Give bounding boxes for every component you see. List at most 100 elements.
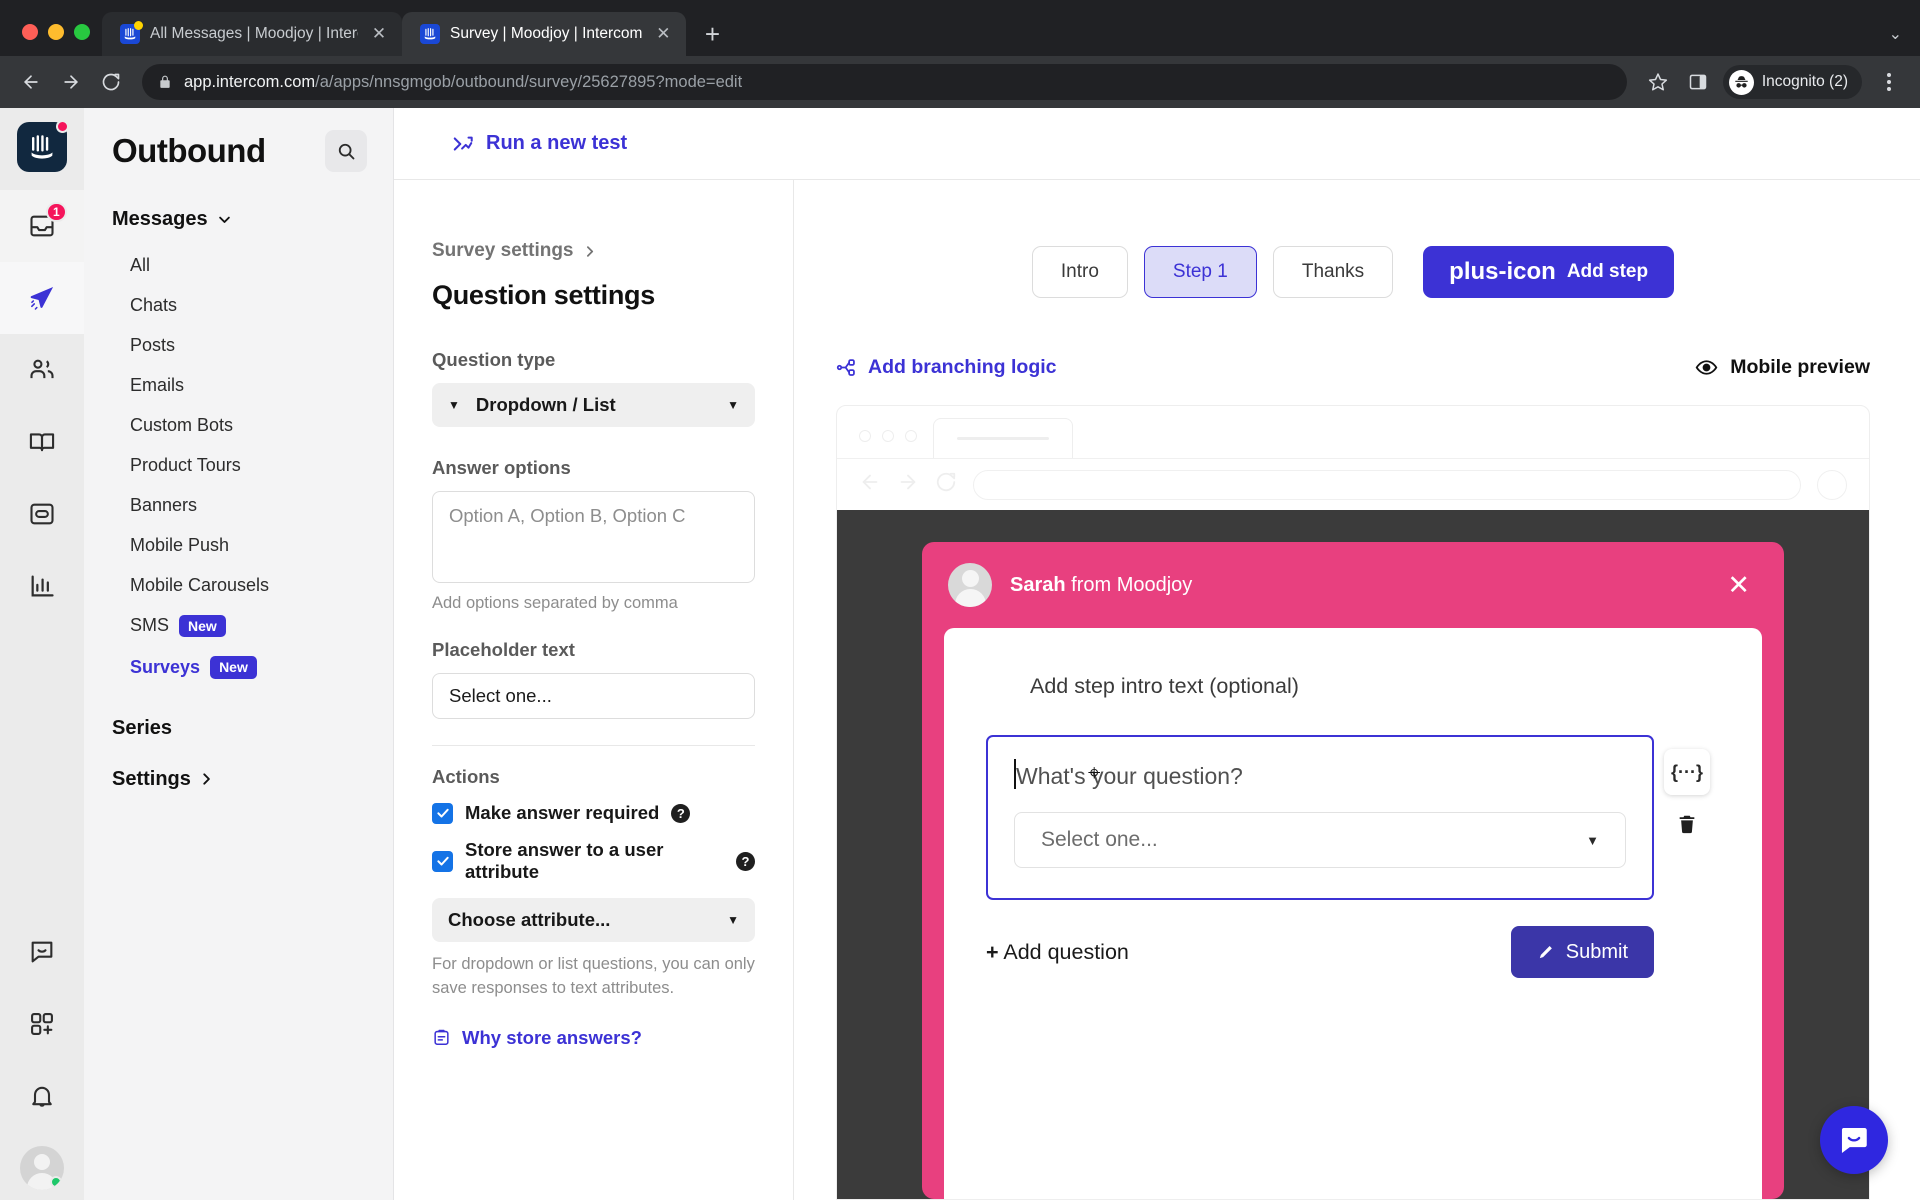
add-question-button[interactable]: + Add question [986,940,1129,965]
intercom-favicon-icon [420,24,440,44]
breadcrumb[interactable]: Survey settings [432,240,755,262]
sidebar-item-surveys[interactable]: Surveys New [130,647,367,689]
sidebar-item-series[interactable]: Series [112,717,367,740]
back-icon[interactable] [14,65,48,99]
sidebar-item-sms[interactable]: SMS New [130,605,367,647]
add-branching-logic-label: Add branching logic [868,356,1057,378]
rail-item-inbox[interactable]: 1 [0,190,84,262]
address-bar[interactable]: app.intercom.com/a/apps/nnsgmgob/outboun… [142,64,1627,100]
nav-group-messages[interactable]: Messages [112,208,367,231]
chevron-down-icon: ▼ [727,398,739,412]
store-answer-checkbox[interactable] [432,850,453,872]
sidebar-item-mobile-carousels-label: Mobile Carousels [130,574,270,595]
browser-tab-2-close-icon[interactable]: ✕ [652,23,674,45]
mock-reload-icon [935,471,957,498]
lock-icon [158,75,172,89]
add-step-button[interactable]: plus-icon Add step [1423,246,1675,298]
question-type-value: Dropdown / List [475,394,616,415]
sidebar-item-posts[interactable]: Posts [130,325,367,365]
new-tab-button[interactable]: + [694,16,730,52]
intercom-logo-icon[interactable] [17,120,69,172]
sidebar-item-all[interactable]: All [130,245,367,285]
insert-variable-button[interactable]: {···} [1664,749,1710,795]
browser-tab-1[interactable]: All Messages | Moodjoy | Interc ✕ [102,12,402,56]
address-bar-path: /a/apps/nnsgmgob/outbound/survey/2562789… [315,72,743,91]
sidebar-item-sms-label: SMS [130,615,170,636]
rail-item-apps[interactable] [0,988,84,1060]
make-answer-required-row[interactable]: Make answer required ? [432,802,755,824]
rail-item-messenger[interactable] [0,478,84,550]
question-type-select[interactable]: ▼ Dropdown / List ▼ [432,383,755,427]
mobile-preview-toggle[interactable]: Mobile preview [1695,356,1870,379]
sidebar-item-banners[interactable]: Banners [130,485,367,525]
browser-tab-2[interactable]: Survey | Moodjoy | Intercom ✕ [402,12,687,56]
maximize-window-button[interactable] [74,24,90,40]
browser-menu-icon[interactable] [1872,65,1906,99]
chevron-down-icon [218,216,230,223]
rail-item-outbound[interactable] [0,262,84,334]
submit-button[interactable]: Submit [1510,926,1654,978]
question-editor[interactable]: What's your question? ⌖ Select one... ▼ [986,735,1654,900]
close-icon[interactable]: ✕ [1727,571,1750,599]
add-step-label: Add step [1566,261,1649,282]
placeholder-text-label: Placeholder text [432,639,575,660]
tab-intro[interactable]: Intro [1031,246,1128,298]
avatar-online-indicator [50,1176,62,1188]
mobile-preview-label: Mobile preview [1730,356,1870,378]
breadcrumb-label: Survey settings [432,240,574,261]
intercom-launcher-button[interactable] [1820,1106,1888,1174]
tab-thanks[interactable]: Thanks [1272,246,1394,298]
delete-question-button[interactable] [1676,813,1698,840]
address-bar-url: app.intercom.com/a/apps/nnsgmgob/outboun… [184,73,742,92]
side-panel-icon[interactable] [1681,65,1715,99]
choose-attribute-select[interactable]: Choose attribute... ▼ [432,898,755,942]
sidebar-item-surveys-label: Surveys [130,657,201,678]
sidebar-item-emails-label: Emails [130,374,185,395]
chevron-down-icon: ▼ [1586,832,1599,848]
rail-item-notifications[interactable] [0,1060,84,1132]
question-mark-icon[interactable]: ? [671,803,691,823]
store-answer-row[interactable]: Store answer to a user attribute ? [432,839,755,883]
survey-card: Sarah from Moodjoy ✕ Add step intro text… [922,542,1784,1199]
rail-item-reports[interactable] [0,550,84,622]
choose-attribute-value: Choose attribute... [448,909,611,930]
make-answer-required-checkbox[interactable] [432,802,453,824]
rail-item-articles[interactable] [0,406,84,478]
tabstrip-overflow-button[interactable]: ⌄ [1889,24,1920,56]
content-topbar: Run a new test [394,108,1920,180]
sidebar-item-mobile-carousels[interactable]: Mobile Carousels [130,565,367,605]
profile-chip[interactable]: Incognito (2) [1722,65,1862,99]
tab-step-1[interactable]: Step 1 [1143,246,1257,298]
logo-notification-badge [56,120,69,133]
answer-options-input[interactable]: Option A, Option B, Option C [432,491,755,583]
forward-icon[interactable] [54,65,88,99]
run-new-test-button[interactable]: Run a new test [452,132,627,155]
bookmark-star-icon[interactable] [1641,65,1675,99]
add-branching-logic-button[interactable]: Add branching logic [836,356,1057,379]
rail-item-contacts[interactable] [0,334,84,406]
browser-tab-1-close-icon[interactable]: ✕ [368,23,390,45]
step-intro-input[interactable]: Add step intro text (optional) [1030,674,1720,699]
actions-label: Actions [432,766,500,787]
sidebar-item-product-tours[interactable]: Product Tours [130,445,367,485]
sidebar-item-emails[interactable]: Emails [130,365,367,405]
sidebar-item-surveys-badge: New [210,656,257,680]
minimize-window-button[interactable] [48,24,64,40]
sidebar-item-settings[interactable]: Settings [112,768,367,791]
why-store-answers-link[interactable]: Why store answers? [432,1027,755,1049]
question-title-input[interactable]: What's your question? ⌖ [1014,759,1626,790]
close-window-button[interactable] [22,24,38,40]
sidebar-item-mobile-push[interactable]: Mobile Push [130,525,367,565]
answer-dropdown-preview[interactable]: Select one... ▼ [1014,812,1626,868]
main-content: Run a new test Survey settings Question … [394,108,1920,1200]
sidebar-item-chats[interactable]: Chats [130,285,367,325]
rail-item-chat[interactable] [0,916,84,988]
sidebar-item-custom-bots[interactable]: Custom Bots [130,405,367,445]
user-avatar[interactable] [20,1146,64,1190]
reload-icon[interactable] [94,65,128,99]
question-mark-icon[interactable]: ? [736,851,755,871]
panel-heading: Question settings [432,280,655,310]
placeholder-text-input[interactable]: Select one... [432,673,755,719]
sidebar-item-mobile-push-label: Mobile Push [130,534,230,555]
search-icon[interactable] [325,130,367,172]
